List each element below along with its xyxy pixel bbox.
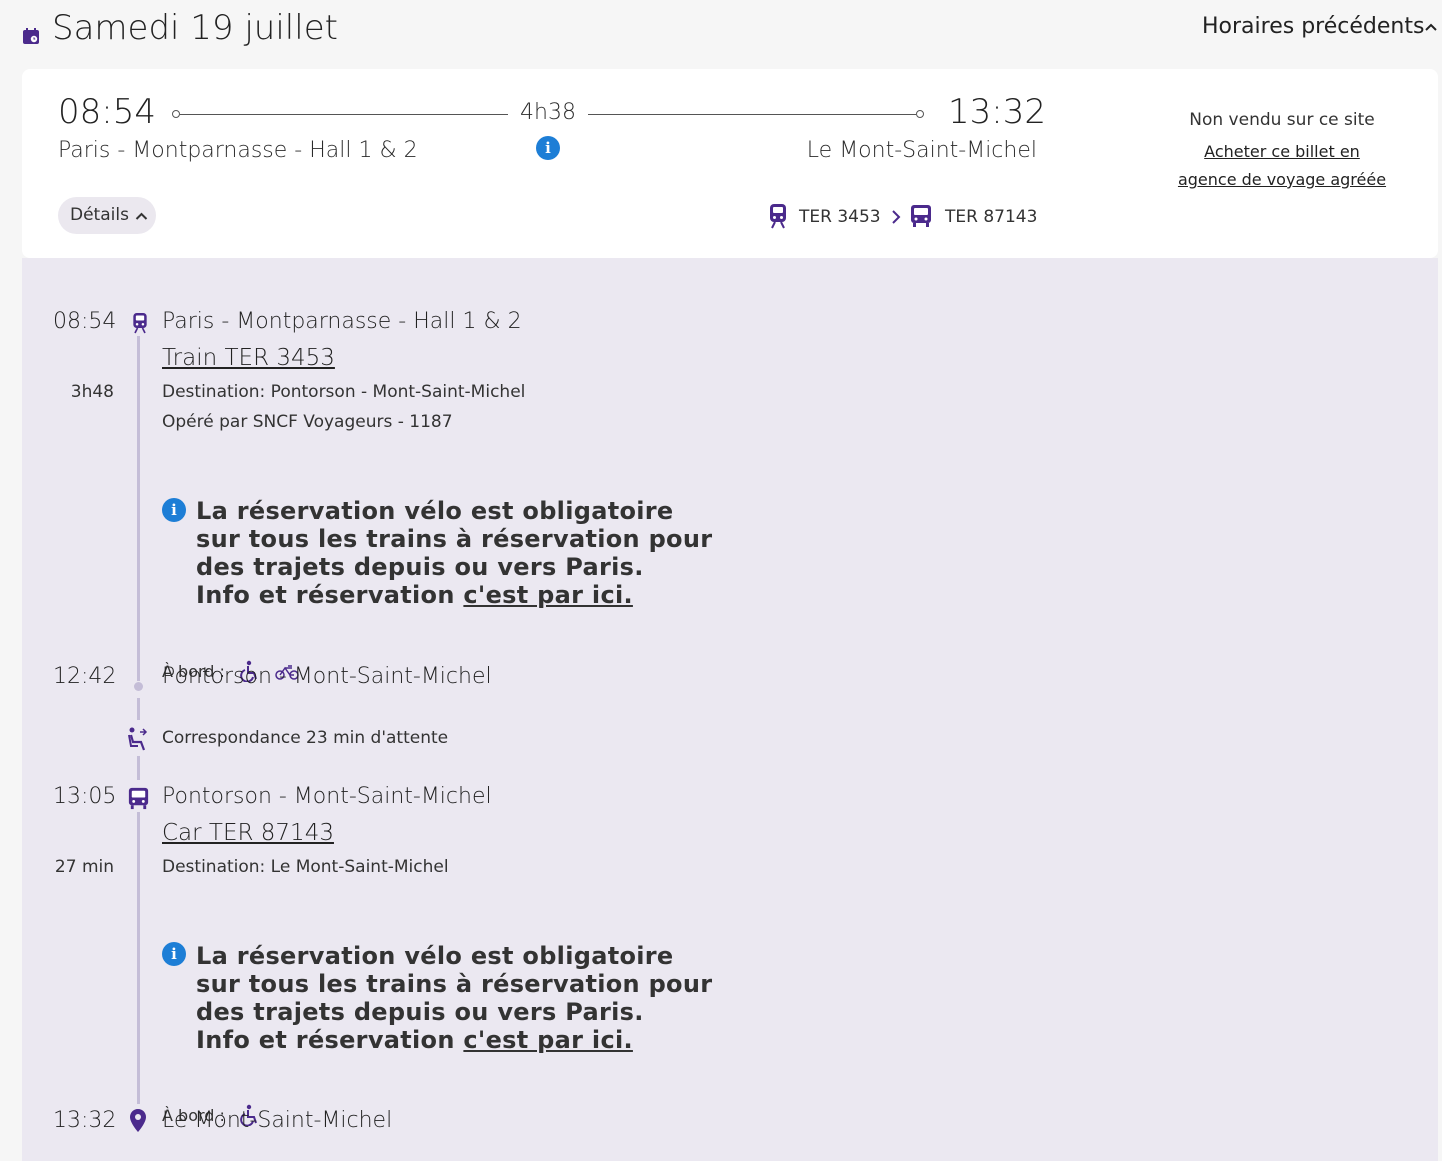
timeline-line bbox=[137, 336, 140, 681]
bus-link[interactable]: Car TER 87143 bbox=[162, 820, 334, 846]
reservation-link[interactable]: c'est par ici. bbox=[463, 581, 633, 609]
segment-arrival-time: 12:42 bbox=[53, 664, 117, 689]
timeline-connector bbox=[137, 756, 140, 780]
calendar-icon bbox=[23, 28, 39, 44]
journey-line-right bbox=[588, 114, 916, 115]
segment-departure-time: 08:54 bbox=[53, 309, 117, 334]
train-link[interactable]: Train TER 3453 bbox=[162, 345, 335, 371]
arrival-dot bbox=[916, 110, 924, 118]
info-icon[interactable]: i bbox=[536, 136, 560, 160]
arrival-station: Le Mont-Saint-Michel bbox=[806, 138, 1037, 163]
connection-info: Correspondance 23 min d'attente bbox=[162, 728, 449, 748]
previous-schedules-link[interactable]: Horaires précédents bbox=[1202, 14, 1424, 39]
segment-duration: 27 min bbox=[54, 857, 114, 877]
notice-info-prefix: Info et réservation bbox=[196, 1026, 455, 1054]
timeline-line bbox=[137, 812, 140, 1104]
segment-arrival-station: Pontorson - Mont-Saint-Michel bbox=[162, 664, 492, 689]
bike-reservation-notice: La réservation vélo est obligatoire sur … bbox=[196, 497, 716, 609]
segment-destination: Destination: Le Mont-Saint-Michel bbox=[162, 857, 449, 877]
departure-time: 08:54 bbox=[58, 92, 156, 132]
train-icon bbox=[770, 204, 786, 229]
notice-text: La réservation vélo est obligatoire sur … bbox=[196, 497, 713, 581]
journey-line-left bbox=[180, 114, 508, 115]
departure-dot bbox=[172, 110, 180, 118]
stop-dot bbox=[134, 682, 143, 691]
segment-operator: Opéré par SNCF Voyageurs - 1187 bbox=[162, 412, 453, 432]
leg-label: TER 87143 bbox=[945, 207, 1038, 227]
chevron-up-icon[interactable] bbox=[1424, 20, 1438, 34]
travel-agency-link[interactable]: Acheter ce billet en agence de voyage ag… bbox=[1176, 138, 1388, 194]
chevron-up-icon bbox=[135, 212, 148, 220]
bus-icon bbox=[911, 205, 931, 227]
segment-departure-time: 13:05 bbox=[53, 784, 117, 809]
bike-reservation-notice: La réservation vélo est obligatoire sur … bbox=[196, 942, 716, 1054]
waiting-seat-icon bbox=[128, 727, 148, 751]
location-pin-icon bbox=[130, 1109, 146, 1132]
segment-destination: Destination: Pontorson - Mont-Saint-Mich… bbox=[162, 382, 526, 402]
info-icon: i bbox=[162, 498, 186, 522]
chevron-right-icon bbox=[892, 210, 901, 224]
page-title: Samedi 19 juillet bbox=[52, 8, 338, 48]
sale-status: Non vendu sur ce site bbox=[1189, 110, 1375, 130]
details-button-label: Détails bbox=[70, 205, 129, 225]
details-toggle-button[interactable]: Détails bbox=[58, 197, 156, 234]
notice-info-prefix: Info et réservation bbox=[196, 581, 455, 609]
segment-duration: 3h48 bbox=[70, 382, 114, 402]
departure-station: Paris - Montparnasse - Hall 1 & 2 bbox=[58, 138, 418, 163]
segment-arrival-station: Le Mont-Saint-Michel bbox=[162, 1108, 393, 1133]
reservation-link[interactable]: c'est par ici. bbox=[463, 1026, 633, 1054]
journey-duration: 4h38 bbox=[520, 100, 576, 125]
arrival-time: 13:32 bbox=[948, 92, 1046, 132]
notice-text: La réservation vélo est obligatoire sur … bbox=[196, 942, 713, 1026]
train-icon bbox=[133, 313, 147, 334]
segment-arrival-time: 13:32 bbox=[53, 1108, 117, 1133]
timeline-connector bbox=[137, 698, 140, 720]
info-icon: i bbox=[162, 942, 186, 966]
bus-icon bbox=[128, 787, 149, 810]
segment-departure-station: Pontorson - Mont-Saint-Michel bbox=[162, 784, 492, 809]
segment-departure-station: Paris - Montparnasse - Hall 1 & 2 bbox=[162, 309, 522, 334]
leg-label: TER 3453 bbox=[799, 207, 881, 227]
